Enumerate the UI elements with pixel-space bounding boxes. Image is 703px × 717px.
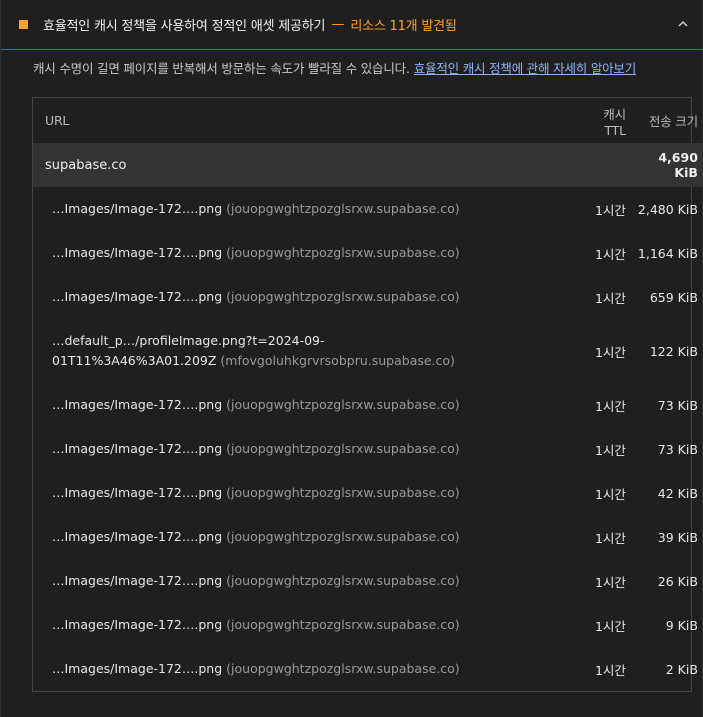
cache-policy-audit: 효율적인 캐시 정책을 사용하여 정적인 애셋 제공하기 — 리소스 11개 발…	[0, 0, 703, 717]
resource-host: (jouopgwghtzpozglsrxw.supabase.co)	[226, 245, 460, 260]
resource-host: (jouopgwghtzpozglsrxw.supabase.co)	[226, 397, 460, 412]
audit-header[interactable]: 효율적인 캐시 정책을 사용하여 정적인 애셋 제공하기 — 리소스 11개 발…	[1, 0, 703, 50]
table-row: …Images/Image-172….png (jouopgwghtzpozgls…	[33, 187, 703, 231]
resource-host: (jouopgwghtzpozglsrxw.supabase.co)	[226, 485, 460, 500]
table-row: …Images/Image-172….png (jouopgwghtzpozgls…	[33, 603, 703, 647]
table-row: …Images/Image-172….png (jouopgwghtzpozgls…	[33, 231, 703, 275]
resource-host: (jouopgwghtzpozglsrxw.supabase.co)	[226, 573, 460, 588]
chevron-up-icon[interactable]	[676, 17, 690, 31]
cache-ttl-cell: 1시간	[594, 662, 626, 678]
cache-ttl-cell: 1시간	[594, 530, 626, 546]
table-header-row: URL 캐시 TTL 전송 크기	[33, 98, 703, 143]
transfer-size-cell: 659 KiB	[649, 289, 698, 305]
transfer-size-cell: 39 KiB	[657, 529, 698, 545]
cache-ttl-cell: 1시간	[594, 344, 626, 360]
resource-url-cell: …Images/Image-172….png (jouopgwghtzpozgls…	[33, 559, 595, 603]
transfer-size-cell: 2,480 KiB	[637, 201, 698, 217]
resource-url[interactable]: …Images/Image-172….png	[52, 485, 222, 500]
warning-square-icon	[19, 20, 28, 29]
table-row: …Images/Image-172….png (jouopgwghtzpozgls…	[33, 515, 703, 559]
table-row: …Images/Image-172….png (jouopgwghtzpozgls…	[33, 647, 703, 691]
learn-more-link[interactable]: 효율적인 캐시 정책에 관해 자세히 알아보기	[414, 61, 636, 76]
resource-url-cell: …Images/Image-172….png (jouopgwghtzpozgls…	[33, 603, 595, 647]
table-row: …Images/Image-172….png (jouopgwghtzpozgls…	[33, 427, 703, 471]
cache-ttl-cell: 1시간	[594, 442, 626, 458]
resource-url-cell: …Images/Image-172….png (jouopgwghtzpozgls…	[33, 427, 595, 471]
cache-ttl-cell: 1시간	[594, 618, 626, 634]
transfer-size-cell: 2 KiB	[665, 661, 698, 677]
resource-host: (jouopgwghtzpozglsrxw.supabase.co)	[226, 661, 460, 676]
group-size: 4,690 KiB	[658, 150, 698, 180]
transfer-size-cell: 122 KiB	[649, 343, 698, 359]
header-cache-ttl: 캐시 TTL	[603, 106, 626, 138]
resource-url[interactable]: …Images/Image-172….png	[52, 397, 222, 412]
transfer-size-cell: 73 KiB	[657, 441, 698, 457]
resource-url[interactable]: …Images/Image-172….png	[52, 245, 222, 260]
resource-url-cell: …default_p…/profileImage.png?t=2024-09-0…	[33, 319, 595, 383]
resource-url-cell: …Images/Image-172….png (jouopgwghtzpozgls…	[33, 187, 595, 231]
resource-host: (mfovgoluhkgrvrsobpru.supabase.co)	[220, 353, 455, 368]
audit-separator: —	[331, 17, 345, 32]
audit-description: 캐시 수명이 길면 페이지를 반복해서 방문하는 속도가 빨라질 수 있습니다.…	[33, 58, 636, 77]
audit-title: 효율적인 캐시 정책을 사용하여 정적인 애셋 제공하기	[43, 19, 326, 34]
resource-url-cell: …Images/Image-172….png (jouopgwghtzpozgls…	[33, 383, 595, 427]
header-transfer-size: 전송 크기	[648, 114, 698, 129]
table-row: …Images/Image-172….png (jouopgwghtzpozgls…	[33, 471, 703, 515]
resource-url-cell: …Images/Image-172….png (jouopgwghtzpozgls…	[33, 471, 595, 515]
resource-host: (jouopgwghtzpozglsrxw.supabase.co)	[226, 441, 460, 456]
group-name: supabase.co	[45, 157, 127, 173]
resource-host: (jouopgwghtzpozglsrxw.supabase.co)	[226, 289, 460, 304]
cache-ttl-cell: 1시간	[594, 574, 626, 590]
transfer-size-cell: 1,164 KiB	[637, 245, 698, 261]
header-url: URL	[45, 113, 70, 128]
transfer-size-cell: 26 KiB	[657, 573, 698, 589]
resource-url[interactable]: …Images/Image-172….png	[52, 201, 222, 216]
resource-url[interactable]: …Images/Image-172….png	[52, 617, 222, 632]
cache-ttl-cell: 1시간	[594, 486, 626, 502]
cache-ttl-cell: 1시간	[594, 202, 626, 218]
table-row: …Images/Image-172….png (jouopgwghtzpozgls…	[33, 559, 703, 603]
resource-url-cell: …Images/Image-172….png (jouopgwghtzpozgls…	[33, 647, 595, 691]
cache-ttl-cell: 1시간	[594, 398, 626, 414]
resource-url[interactable]: …Images/Image-172….png	[52, 661, 222, 676]
resource-host: (jouopgwghtzpozglsrxw.supabase.co)	[226, 201, 460, 216]
transfer-size-cell: 42 KiB	[657, 485, 698, 501]
group-ttl	[595, 143, 638, 187]
transfer-size-cell: 73 KiB	[657, 397, 698, 413]
table-row: …default_p…/profileImage.png?t=2024-09-0…	[33, 319, 703, 383]
resource-url[interactable]: …Images/Image-172….png	[52, 573, 222, 588]
table-row: …Images/Image-172….png (jouopgwghtzpozgls…	[33, 275, 703, 319]
transfer-size-cell: 9 KiB	[665, 617, 698, 633]
resource-url[interactable]: …Images/Image-172….png	[52, 289, 222, 304]
description-text: 캐시 수명이 길면 페이지를 반복해서 방문하는 속도가 빨라질 수 있습니다.	[33, 61, 410, 76]
resource-url-cell: …Images/Image-172….png (jouopgwghtzpozgls…	[33, 515, 595, 559]
entity-group-row: supabase.co 4,690 KiB	[33, 143, 703, 187]
resource-host: (jouopgwghtzpozglsrxw.supabase.co)	[226, 617, 460, 632]
resource-url[interactable]: …Images/Image-172….png	[52, 441, 222, 456]
resources-table: URL 캐시 TTL 전송 크기 supabase.co 4,690 KiB ……	[32, 97, 703, 692]
table-row: …Images/Image-172….png (jouopgwghtzpozgls…	[33, 383, 703, 427]
cache-ttl-cell: 1시간	[594, 290, 626, 306]
resource-host: (jouopgwghtzpozglsrxw.supabase.co)	[226, 529, 460, 544]
resource-url-cell: …Images/Image-172….png (jouopgwghtzpozgls…	[33, 231, 595, 275]
cache-ttl-cell: 1시간	[594, 246, 626, 262]
resource-url[interactable]: …Images/Image-172….png	[52, 529, 222, 544]
audit-display-value: 리소스 11개 발견됨	[350, 19, 457, 34]
resource-url-cell: …Images/Image-172….png (jouopgwghtzpozgls…	[33, 275, 595, 319]
